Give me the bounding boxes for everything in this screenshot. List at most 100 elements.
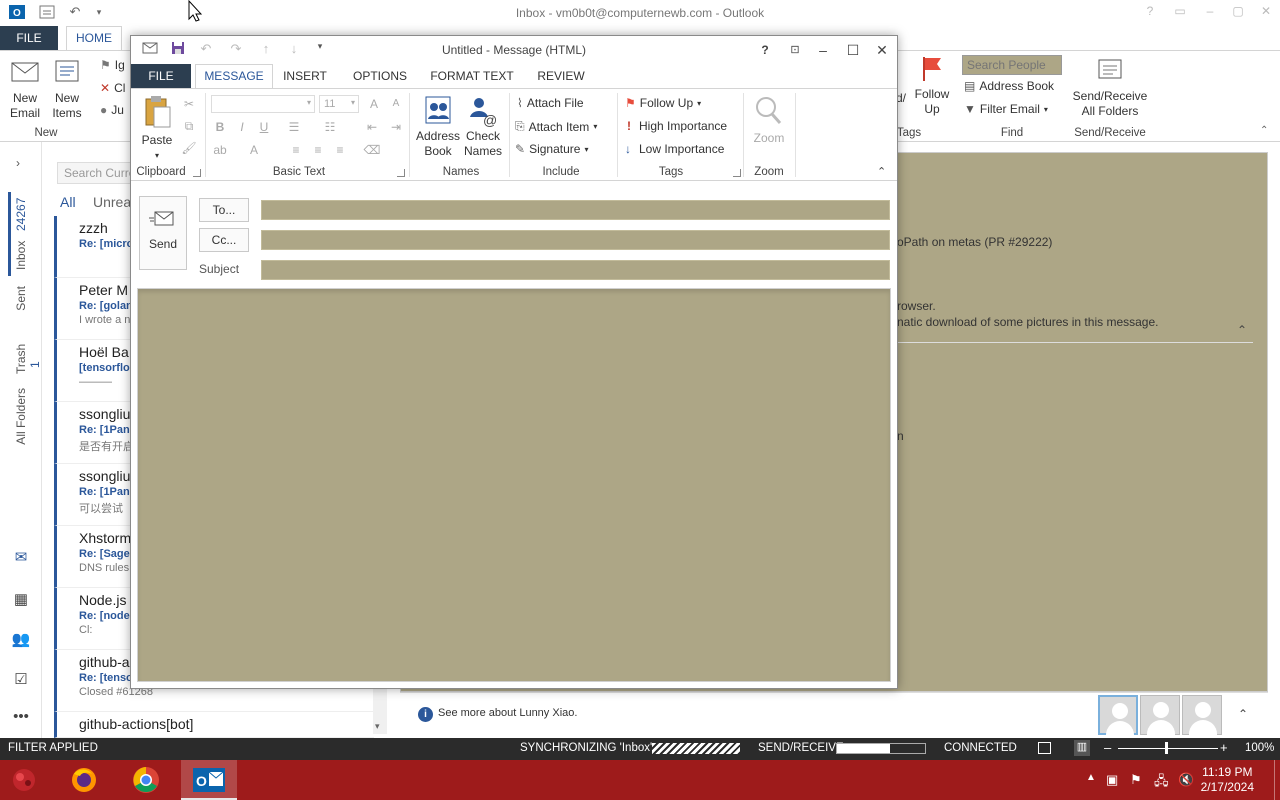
nav-inbox[interactable]: Inbox 24267: [14, 194, 28, 270]
minimize-icon[interactable]: –: [1200, 4, 1220, 20]
highlight-icon[interactable]: ab: [211, 141, 229, 159]
address-book-button[interactable]: ▤ Address Book: [964, 79, 1054, 93]
minimize-icon[interactable]: –: [811, 40, 835, 60]
paste-button[interactable]: Paste ▾: [137, 95, 177, 163]
start-button[interactable]: [0, 760, 52, 800]
clipboard-dialog-launcher-icon[interactable]: [193, 169, 201, 177]
tasks-icon[interactable]: ☑: [11, 670, 31, 688]
format-painter-icon[interactable]: 🖌: [180, 139, 198, 157]
zoom-slider[interactable]: [1118, 748, 1218, 749]
taskbar-firefox[interactable]: [58, 760, 110, 800]
cc-button[interactable]: Cc...: [199, 228, 249, 252]
new-email-button[interactable]: New Email: [6, 59, 44, 121]
maximize-icon[interactable]: ☐: [841, 40, 865, 60]
align-left-icon[interactable]: ≡: [287, 141, 305, 159]
italic-icon[interactable]: I: [233, 118, 251, 136]
reading-view-icon[interactable]: ▥: [1074, 740, 1090, 756]
zoom-in-icon[interactable]: +: [1220, 740, 1228, 755]
tab-message[interactable]: MESSAGE: [195, 64, 273, 88]
align-center-icon[interactable]: ≡: [309, 141, 327, 159]
clean-up-button[interactable]: ✕ Cl: [100, 81, 125, 95]
ignore-button[interactable]: ⚑ Ig: [100, 58, 125, 72]
cut-icon[interactable]: ✂: [180, 95, 198, 113]
more-icon[interactable]: •••: [11, 708, 31, 726]
font-size-select[interactable]: 11 ▾: [319, 95, 359, 113]
check-names-button[interactable]: @ Check Names: [461, 95, 505, 159]
follow-up-button[interactable]: ⚑ Follow Up ▾: [625, 96, 701, 110]
outlook-tray-icon[interactable]: ▣: [1106, 772, 1118, 788]
ribbon-options-icon[interactable]: ⊡: [783, 40, 807, 60]
system-clock[interactable]: 11:19 PM 2/17/2024: [1201, 765, 1254, 795]
new-items-button[interactable]: New Items: [46, 59, 88, 121]
follow-up-button[interactable]: Follow Up: [910, 55, 954, 117]
high-importance-button[interactable]: ! High Importance: [627, 119, 727, 133]
taskbar-outlook[interactable]: O: [181, 760, 237, 800]
bullets-icon[interactable]: ☰: [285, 118, 303, 136]
taskbar-chrome[interactable]: [120, 760, 172, 800]
tab-insert[interactable]: INSERT: [279, 64, 331, 88]
collapse-ribbon-icon[interactable]: ⌃: [1260, 125, 1268, 136]
collapse-header-icon[interactable]: ⌃: [1237, 323, 1247, 337]
filter-unread-tab[interactable]: Unrea: [93, 194, 131, 210]
numbering-icon[interactable]: ☷: [321, 118, 339, 136]
to-field[interactable]: [261, 200, 890, 220]
subject-field[interactable]: [261, 260, 890, 280]
people-picture-2[interactable]: [1140, 695, 1180, 736]
mail-icon[interactable]: ✉: [11, 548, 31, 566]
tab-options[interactable]: OPTIONS: [349, 64, 411, 88]
clear-formatting-icon[interactable]: ⌫: [363, 141, 381, 159]
tab-review[interactable]: REVIEW: [535, 64, 587, 88]
nav-sent[interactable]: Sent: [14, 286, 28, 311]
tags-dialog-launcher-icon[interactable]: [733, 169, 741, 177]
decrease-indent-icon[interactable]: ⇤: [363, 118, 381, 136]
action-center-flag-icon[interactable]: ⚑: [1130, 772, 1142, 788]
bold-icon[interactable]: B: [211, 118, 229, 136]
zoom-slider-thumb[interactable]: [1165, 742, 1168, 754]
scroll-down-icon[interactable]: ▾: [375, 721, 380, 732]
nav-trash[interactable]: Trash 1: [14, 328, 42, 374]
low-importance-button[interactable]: ↓ Low Importance: [625, 142, 724, 156]
attach-item-button[interactable]: ⎘ Attach Item ▾: [515, 119, 597, 134]
show-hidden-icons-icon[interactable]: ▲: [1086, 772, 1096, 783]
list-item[interactable]: github-actions[bot]: [54, 712, 374, 738]
signature-button[interactable]: ✎ Signature ▾: [515, 142, 588, 156]
filter-email-button[interactable]: ▼ Filter Email ▾: [964, 102, 1048, 116]
maximize-icon[interactable]: ▢: [1228, 4, 1248, 20]
font-color-icon[interactable]: A: [245, 141, 263, 159]
cc-field[interactable]: [261, 230, 890, 250]
tab-file[interactable]: FILE: [0, 26, 58, 50]
tab-home[interactable]: HOME: [66, 26, 122, 50]
junk-button[interactable]: ● Ju: [100, 103, 124, 117]
underline-icon[interactable]: U: [255, 118, 273, 136]
close-icon[interactable]: ✕: [870, 40, 894, 60]
send-button[interactable]: Send: [139, 196, 187, 270]
people-icon[interactable]: 👥: [11, 630, 31, 648]
help-icon[interactable]: ?: [753, 40, 777, 60]
collapse-ribbon-icon[interactable]: ⌃: [877, 165, 886, 178]
font-name-select[interactable]: ▾: [211, 95, 315, 113]
shrink-font-icon[interactable]: A: [387, 95, 405, 113]
basic-text-dialog-launcher-icon[interactable]: [397, 169, 405, 177]
close-icon[interactable]: ✕: [1256, 4, 1276, 20]
zoom-level[interactable]: 100%: [1245, 742, 1274, 754]
copy-icon[interactable]: ⧉: [180, 117, 198, 135]
search-people-input[interactable]: [962, 55, 1062, 75]
tab-file[interactable]: FILE: [131, 64, 191, 88]
address-book-button[interactable]: Address Book: [415, 95, 461, 159]
calendar-icon[interactable]: ▦: [11, 590, 31, 608]
to-button[interactable]: To...: [199, 198, 249, 222]
expand-folder-pane-icon[interactable]: ›: [16, 156, 20, 170]
message-body-editor[interactable]: [137, 288, 891, 682]
attach-file-button[interactable]: ⌇ Attach File: [517, 96, 584, 110]
reading-download-notice[interactable]: natic download of some pictures in this …: [897, 315, 1158, 329]
tab-format-text[interactable]: FORMAT TEXT: [427, 64, 517, 88]
align-right-icon[interactable]: ≡: [331, 141, 349, 159]
volume-muted-icon[interactable]: 🔇: [1178, 772, 1194, 788]
nav-all-folders[interactable]: All Folders: [14, 388, 28, 445]
show-desktop-button[interactable]: [1274, 760, 1280, 800]
zoom-button[interactable]: Zoom: [749, 95, 789, 146]
increase-indent-icon[interactable]: ⇥: [387, 118, 405, 136]
expand-people-pane-icon[interactable]: ⌃: [1238, 707, 1248, 721]
filter-all-tab[interactable]: All: [60, 194, 76, 210]
network-icon[interactable]: 🖧: [1154, 772, 1169, 794]
